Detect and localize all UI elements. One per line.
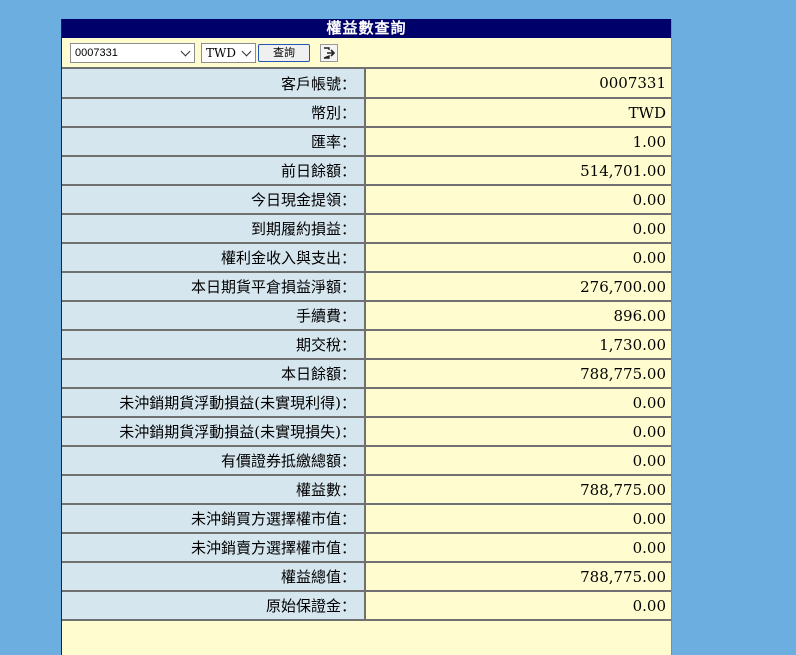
row-value: 896.00: [365, 301, 671, 331]
chevron-down-icon: [180, 46, 191, 56]
table-row: 未沖銷期貨浮動損益(未實現利得)： 0.00: [62, 388, 671, 418]
row-label: 未沖銷期貨浮動損益(未實現利得)：: [62, 388, 366, 418]
account-select-value: 0007331: [75, 46, 118, 59]
page-title: 權益數查詢: [62, 19, 671, 38]
row-value: 0.00: [365, 214, 671, 244]
table-row: 未沖銷期貨浮動損益(未實現損失)： 0.00: [62, 417, 671, 447]
row-value: 0.00: [365, 185, 671, 215]
row-label: 有價證券抵繳總額：: [62, 446, 366, 476]
logout-icon[interactable]: [320, 43, 338, 62]
row-label: 原始保證金：: [62, 591, 366, 621]
table-row: 客戶帳號： 0007331: [62, 69, 671, 99]
row-value: 1.00: [365, 127, 671, 157]
row-value: 0007331: [365, 69, 671, 99]
row-label: 未沖銷買方選擇權市值：: [62, 504, 366, 534]
equity-table: 客戶帳號： 0007331 幣別： TWD 匯率： 1.00 前日餘額： 514,701.00…: [62, 69, 671, 621]
row-label: 匯率：: [62, 127, 366, 157]
row-label: 幣別：: [62, 98, 366, 128]
row-label: 權益數：: [62, 475, 366, 505]
row-label: 手續費：: [62, 301, 366, 331]
table-row: 未沖銷賣方選擇權市值： 0.00: [62, 533, 671, 563]
chevron-down-icon: [241, 46, 252, 56]
row-value: 0.00: [365, 504, 671, 534]
table-row: 前日餘額： 514,701.00: [62, 156, 671, 186]
table-row: 幣別： TWD: [62, 98, 671, 128]
row-label: 未沖銷期貨浮動損益(未實現損失)：: [62, 417, 366, 447]
row-value: 1,730.00: [365, 330, 671, 360]
row-label: 前日餘額：: [62, 156, 366, 186]
table-row: 今日現金提領： 0.00: [62, 185, 671, 215]
table-row: 未沖銷買方選擇權市值： 0.00: [62, 504, 671, 534]
table-row: 匯率： 1.00: [62, 127, 671, 157]
table-row: 本日期貨平倉損益淨額： 276,700.00: [62, 272, 671, 302]
table-row: 期交稅： 1,730.00: [62, 330, 671, 360]
row-label: 到期履約損益：: [62, 214, 366, 244]
table-row: 原始保證金： 0.00: [62, 591, 671, 621]
row-value: 788,775.00: [365, 359, 671, 389]
query-toolbar: 0007331 TWD 查詢: [62, 38, 671, 69]
row-value: 788,775.00: [365, 562, 671, 592]
row-value: 0.00: [365, 417, 671, 447]
row-value: 0.00: [365, 446, 671, 476]
row-label: 權益總值：: [62, 562, 366, 592]
row-value: 0.00: [365, 388, 671, 418]
row-label: 今日現金提領：: [62, 185, 366, 215]
row-value: 276,700.00: [365, 272, 671, 302]
row-label: 本日期貨平倉損益淨額：: [62, 272, 366, 302]
row-value: TWD: [365, 98, 671, 128]
currency-select[interactable]: TWD: [201, 42, 256, 63]
account-select[interactable]: 0007331: [70, 42, 195, 63]
row-value: 788,775.00: [365, 475, 671, 505]
equity-query-panel: 權益數查詢 0007331 TWD 查詢 客戶帳號： 0007331 幣別： TWD 匯…: [61, 19, 672, 655]
row-value: 0.00: [365, 533, 671, 563]
row-label: 客戶帳號：: [62, 69, 366, 99]
row-label: 權利金收入與支出：: [62, 243, 366, 273]
row-label: 本日餘額：: [62, 359, 366, 389]
table-row: 權益總值： 788,775.00: [62, 562, 671, 592]
row-value: 514,701.00: [365, 156, 671, 186]
query-button[interactable]: 查詢: [258, 43, 310, 62]
table-row: 到期履約損益： 0.00: [62, 214, 671, 244]
currency-select-value: TWD: [206, 45, 236, 60]
row-value: 0.00: [365, 591, 671, 621]
table-row: 權益數： 788,775.00: [62, 475, 671, 505]
table-row: 權利金收入與支出： 0.00: [62, 243, 671, 273]
table-row: 本日餘額： 788,775.00: [62, 359, 671, 389]
row-value: 0.00: [365, 243, 671, 273]
table-row: 有價證券抵繳總額： 0.00: [62, 446, 671, 476]
table-row: 手續費： 896.00: [62, 301, 671, 331]
row-label: 未沖銷賣方選擇權市值：: [62, 533, 366, 563]
row-label: 期交稅：: [62, 330, 366, 360]
